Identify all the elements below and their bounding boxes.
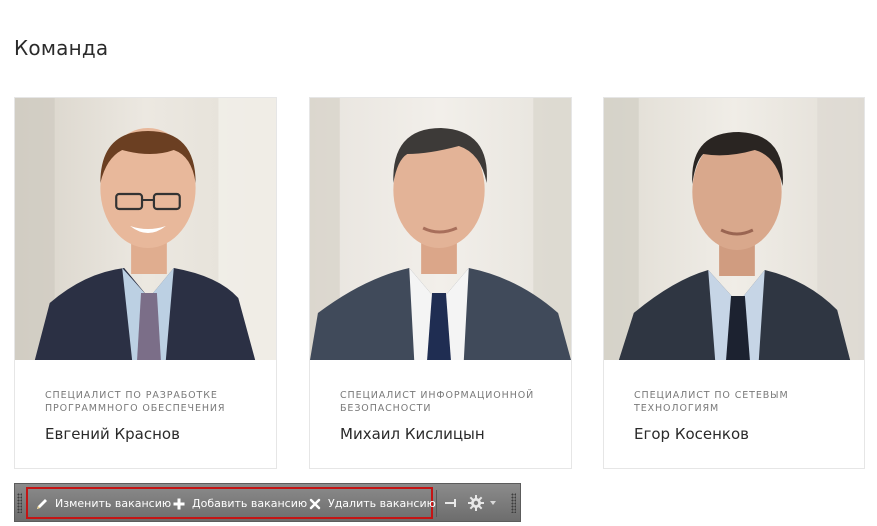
edit-vacancy-button[interactable]: Изменить вакансию [35,495,171,512]
page-title: Команда [14,36,109,60]
team-member-name: Егор Косенков [634,425,750,443]
team-member-name: Евгений Краснов [45,425,180,443]
team-member-photo [604,98,864,360]
edit-vacancy-label: Изменить вакансию [55,497,172,510]
plus-icon [172,497,186,511]
admin-toolbar: Изменить вакансию Добавить вакансию Удал… [14,483,521,522]
team-member-name: Михаил Кислицын [340,425,485,443]
delete-vacancy-button[interactable]: Удалить вакансию [308,495,436,512]
delete-vacancy-label: Удалить вакансию [328,497,436,510]
team-card: Специалист по сетевым технологиям Егор К… [603,97,865,469]
toolbar-drag-handle[interactable] [511,493,516,513]
toolbar-drag-handle[interactable] [17,493,22,513]
team-member-position: Специалист по разработке программного об… [45,390,226,414]
gear-icon[interactable] [467,494,485,512]
add-vacancy-label: Добавить вакансию [192,497,308,510]
team-grid: Специалист по разработке программного об… [14,97,865,469]
add-vacancy-button[interactable]: Добавить вакансию [172,495,307,512]
pencil-icon [35,497,49,511]
team-card: Специалист информационной безопасности М… [309,97,572,469]
team-member-photo [310,98,571,360]
toolbar-separator [436,490,437,517]
close-icon [308,497,322,511]
team-member-photo [15,98,276,360]
team-card: Специалист по разработке программного об… [14,97,277,469]
chevron-down-icon[interactable] [490,501,496,505]
team-member-position: Специалист информационной безопасности [340,390,535,414]
pin-icon[interactable] [443,495,459,511]
team-member-position: Специалист по сетевым технологиям [634,390,789,414]
